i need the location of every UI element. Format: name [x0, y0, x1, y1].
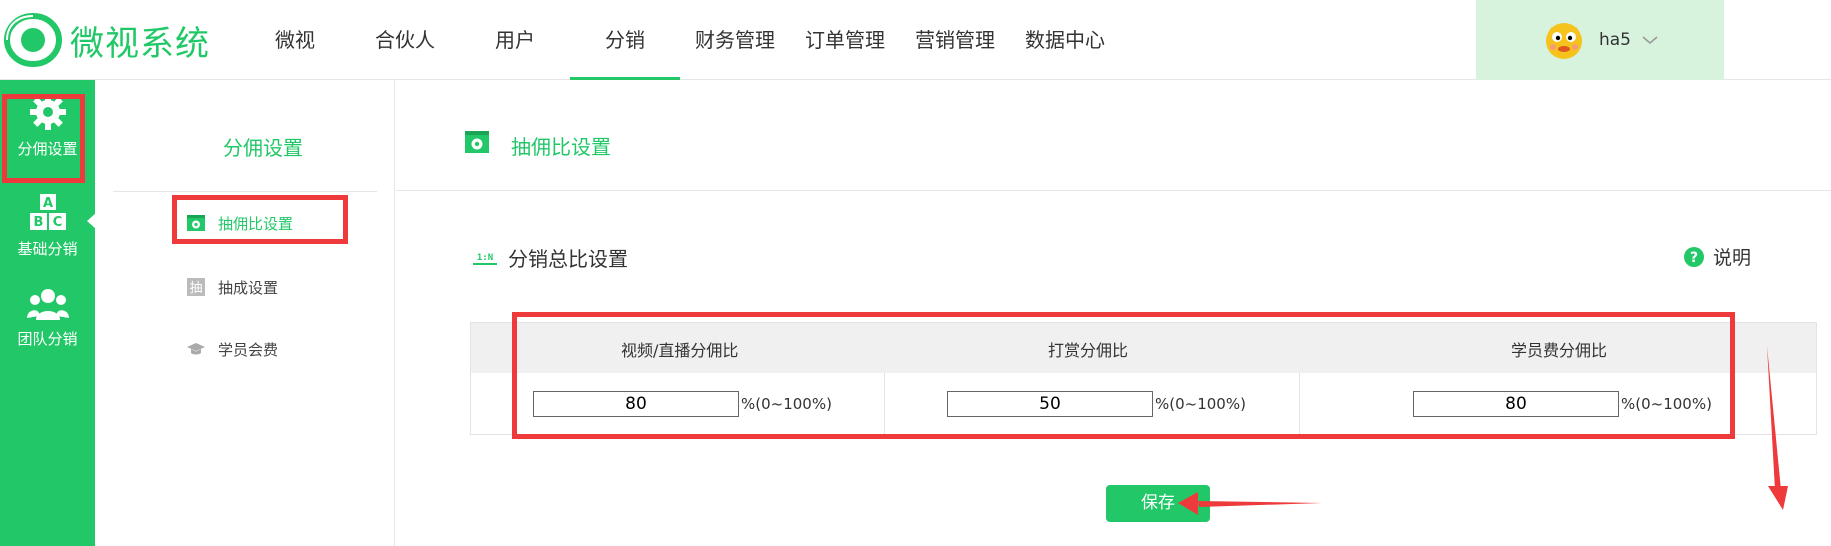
one-to-n-icon: 1:N [473, 253, 497, 265]
svg-text:抽: 抽 [189, 281, 202, 296]
cell-divider [1299, 373, 1300, 436]
svg-text:C: C [52, 215, 62, 230]
logo-text: 微视系统 [70, 23, 210, 64]
secnav-item-member-fees[interactable]: 学员会费 [186, 334, 278, 364]
page-title: 抽佣比设置 [511, 135, 611, 159]
secnav-label-member-fees: 学员会费 [218, 340, 279, 359]
video-live-ratio-input[interactable] [533, 391, 739, 417]
unit-label: %(0~100%) [1155, 395, 1246, 413]
user-menu[interactable]: ha5 [1476, 0, 1724, 80]
secnav-title: 分佣设置 [223, 136, 303, 160]
unit-label: %(0~100%) [741, 395, 832, 413]
nav-data-center[interactable]: 数据中心 [1010, 0, 1120, 80]
left-rail: 分佣设置 A B C 基础分销 团队分销 [0, 80, 96, 546]
rail-item-commission-settings[interactable]: 分佣设置 [0, 90, 95, 159]
graduation-cap-icon [187, 343, 205, 355]
secnav-label-cut-settings: 抽成设置 [218, 278, 279, 297]
svg-text:B: B [33, 215, 43, 230]
rail-item-team-distribution[interactable]: 团队分销 [0, 286, 95, 349]
chevron-down-icon[interactable] [1641, 34, 1659, 46]
rail-label-basic-distribution: 基础分销 [17, 240, 78, 258]
unit-label: %(0~100%) [1621, 395, 1712, 413]
svg-text:A: A [42, 196, 52, 211]
chou-char-icon: 抽 [187, 278, 205, 296]
nav-partner[interactable]: 合伙人 [350, 0, 460, 80]
table-header: 视频/直播分佣比 打赏分佣比 学员费分佣比 [471, 323, 1816, 373]
nav-finance[interactable]: 财务管理 [680, 0, 790, 80]
header-tip-ratio: 打赏分佣比 [1048, 341, 1129, 360]
student-fee-ratio-input[interactable] [1413, 391, 1619, 417]
main-nav: 微视 合伙人 用户 分销 财务管理 订单管理 营销管理 数据中心 [240, 0, 1120, 80]
svg-text:1:N: 1:N [477, 253, 493, 263]
secnav-item-cut-settings[interactable]: 抽 抽成设置 [186, 272, 278, 302]
ratio-table: 视频/直播分佣比 打赏分佣比 学员费分佣比 %(0~100%) %(0~100%… [470, 322, 1817, 436]
settings-window-icon [187, 215, 205, 231]
section-title: 分销总比设置 [508, 247, 628, 271]
rail-item-basic-distribution[interactable]: A B C 基础分销 [0, 192, 95, 259]
header-student-fee-ratio: 学员费分佣比 [1511, 341, 1608, 360]
logo[interactable]: 微视系统 [4, 12, 210, 68]
eye-logo-icon [4, 12, 62, 68]
username: ha5 [1598, 30, 1631, 50]
tip-ratio-input[interactable] [947, 391, 1153, 417]
rail-label-team-distribution: 团队分销 [17, 330, 78, 348]
question-circle-icon: ? [1684, 246, 1704, 267]
abc-blocks-icon: A B C [29, 194, 66, 230]
team-icon [26, 289, 69, 320]
secnav-divider [113, 191, 377, 192]
nav-orders[interactable]: 订单管理 [790, 0, 900, 80]
nav-marketing[interactable]: 营销管理 [900, 0, 1010, 80]
arrow-head-down [1768, 486, 1788, 510]
cartoon-avatar-icon [1545, 23, 1582, 59]
nav-distribution[interactable]: 分销 [570, 0, 680, 80]
nav-users[interactable]: 用户 [460, 0, 570, 80]
save-button[interactable]: 保存 [1106, 485, 1210, 522]
rail-label-commission-settings: 分佣设置 [17, 140, 78, 158]
header-video-live-ratio: 视频/直播分佣比 [621, 341, 739, 360]
main-header: 抽佣比设置 [396, 80, 1831, 191]
gear-icon [29, 94, 66, 130]
arrow-shaft-left [1198, 501, 1322, 507]
secnav-item-commission-ratio[interactable]: 抽佣比设置 [186, 208, 293, 238]
cell-divider [884, 373, 885, 436]
settings-window-icon [465, 131, 489, 153]
top-bar: 微视系统 微视 合伙人 用户 分销 财务管理 订单管理 营销管理 数据中心 ha… [0, 0, 1831, 80]
svg-text:?: ? [1690, 250, 1698, 266]
section-heading: 1:N 分销总比设置 [472, 243, 628, 272]
help-label: 说明 [1713, 247, 1752, 269]
nav-weishi[interactable]: 微视 [240, 0, 350, 80]
help-link[interactable]: ? 说明 [1683, 243, 1751, 270]
secnav-label-commission-ratio: 抽佣比设置 [218, 214, 294, 233]
